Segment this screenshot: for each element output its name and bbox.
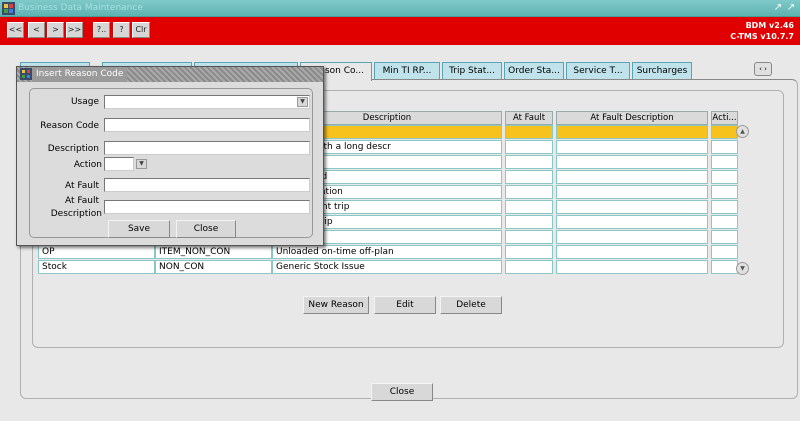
table-cell[interactable]: [556, 140, 708, 154]
table-cell[interactable]: [505, 245, 553, 259]
dialog-save-button[interactable]: Save: [108, 220, 170, 238]
table-cell[interactable]: [711, 155, 738, 169]
app-icon: [2, 2, 15, 15]
action-label: Action: [73, 160, 102, 170]
table-cell[interactable]: [505, 140, 553, 154]
at-fault-description-input[interactable]: [104, 200, 310, 214]
table-cell[interactable]: NON_CON: [155, 260, 272, 274]
description-input[interactable]: [104, 141, 310, 155]
dialog-close-button[interactable]: Close: [176, 220, 236, 238]
table-cell[interactable]: [711, 260, 738, 274]
tab-trip-status[interactable]: Trip Stat...: [442, 62, 502, 79]
table-cell[interactable]: [556, 155, 708, 169]
table-cell[interactable]: [711, 125, 738, 139]
table-cell[interactable]: [556, 185, 708, 199]
at-fault-description-label-line1: At Fault: [65, 196, 99, 206]
at-fault-description-label-line2: Description: [50, 209, 102, 219]
table-cell[interactable]: [711, 170, 738, 184]
clear-button[interactable]: Clr: [132, 22, 150, 38]
table-cell[interactable]: [711, 215, 738, 229]
usage-select[interactable]: ▼: [104, 95, 310, 109]
edit-button[interactable]: Edit: [374, 296, 436, 314]
table-cell[interactable]: [505, 215, 553, 229]
table-cell[interactable]: [556, 215, 708, 229]
table-cell[interactable]: ITEM_NON_CON: [155, 245, 272, 259]
table-cell[interactable]: OP: [38, 245, 155, 259]
table-cell[interactable]: [711, 245, 738, 259]
insert-reason-code-dialog: Insert Reason Code Usage ▼ Reason Code D…: [16, 66, 324, 246]
table-cell[interactable]: [556, 245, 708, 259]
table-cell[interactable]: Stock: [38, 260, 155, 274]
table-cell[interactable]: [505, 185, 553, 199]
at-fault-input[interactable]: [104, 178, 310, 192]
previous-record-button[interactable]: <: [28, 22, 45, 38]
table-cell[interactable]: [505, 155, 553, 169]
tab-service-type[interactable]: Service T...: [566, 62, 630, 79]
header-at-fault[interactable]: At Fault: [505, 111, 553, 125]
table-cell[interactable]: [505, 260, 553, 274]
ctms-version: C-TMS v10.7.7: [730, 32, 794, 41]
restore-icon[interactable]: ↗: [785, 2, 797, 14]
header-at-fault-description[interactable]: At Fault Description: [556, 111, 708, 125]
table-cell[interactable]: [556, 125, 708, 139]
toolbar: << < > >> ?.. ? Clr BDM v2.46 C-TMS v10.…: [0, 17, 800, 45]
chevron-down-icon[interactable]: ▼: [297, 97, 308, 107]
query-button[interactable]: ?..: [93, 22, 110, 38]
tab-surcharges[interactable]: Surcharges: [632, 62, 692, 79]
minimize-icon[interactable]: ↗: [772, 2, 784, 14]
table-cell[interactable]: Generic Stock Issue: [272, 260, 502, 274]
table-cell[interactable]: [505, 125, 553, 139]
dialog-app-icon: [20, 68, 32, 80]
usage-label: Usage: [70, 97, 99, 107]
action-select[interactable]: ▼: [104, 157, 147, 171]
description-label: Description: [47, 144, 99, 154]
app-version: BDM v2.46: [745, 21, 794, 30]
dialog-form: Usage ▼ Reason Code Description Action ▼…: [29, 88, 313, 238]
table-cell[interactable]: [505, 200, 553, 214]
table-cell[interactable]: [711, 140, 738, 154]
dialog-titlebar[interactable]: Insert Reason Code: [17, 67, 323, 82]
window-titlebar: Business Data Maintenance ↗ ↗: [0, 0, 800, 17]
tab-min-ti-rp[interactable]: Min TI RP...: [374, 62, 440, 79]
table-cell[interactable]: [556, 170, 708, 184]
help-button[interactable]: ?: [113, 22, 130, 38]
first-record-button[interactable]: <<: [7, 22, 24, 38]
at-fault-label: At Fault: [65, 181, 99, 191]
table-cell[interactable]: [711, 185, 738, 199]
table-cell[interactable]: Unloaded on-time off-plan: [272, 245, 502, 259]
chevron-down-icon[interactable]: ▼: [136, 159, 147, 169]
table-cell[interactable]: [505, 170, 553, 184]
reason-code-input[interactable]: [104, 118, 310, 132]
scroll-down-icon[interactable]: ▼: [736, 262, 749, 275]
table-cell[interactable]: [556, 230, 708, 244]
scroll-up-icon[interactable]: ▲: [736, 125, 749, 138]
tab-order-status[interactable]: Order Sta...: [504, 62, 564, 79]
header-action[interactable]: Acti...: [711, 111, 738, 125]
new-reason-button[interactable]: New Reason: [303, 296, 369, 314]
close-button[interactable]: Close: [371, 383, 433, 401]
table-cell[interactable]: [711, 230, 738, 244]
window-title: Business Data Maintenance: [18, 3, 143, 13]
table-cell[interactable]: [711, 200, 738, 214]
dialog-title: Insert Reason Code: [32, 67, 128, 82]
tab-scroll-button[interactable]: ‹ ›: [754, 62, 772, 76]
table-cell[interactable]: [505, 230, 553, 244]
next-record-button[interactable]: >: [47, 22, 64, 38]
table-cell[interactable]: [556, 260, 708, 274]
delete-button[interactable]: Delete: [440, 296, 502, 314]
table-scrollbar[interactable]: ▲ ▼: [736, 122, 750, 275]
reason-code-label: Reason Code: [40, 121, 99, 131]
table-cell[interactable]: [556, 200, 708, 214]
last-record-button[interactable]: >>: [66, 22, 83, 38]
